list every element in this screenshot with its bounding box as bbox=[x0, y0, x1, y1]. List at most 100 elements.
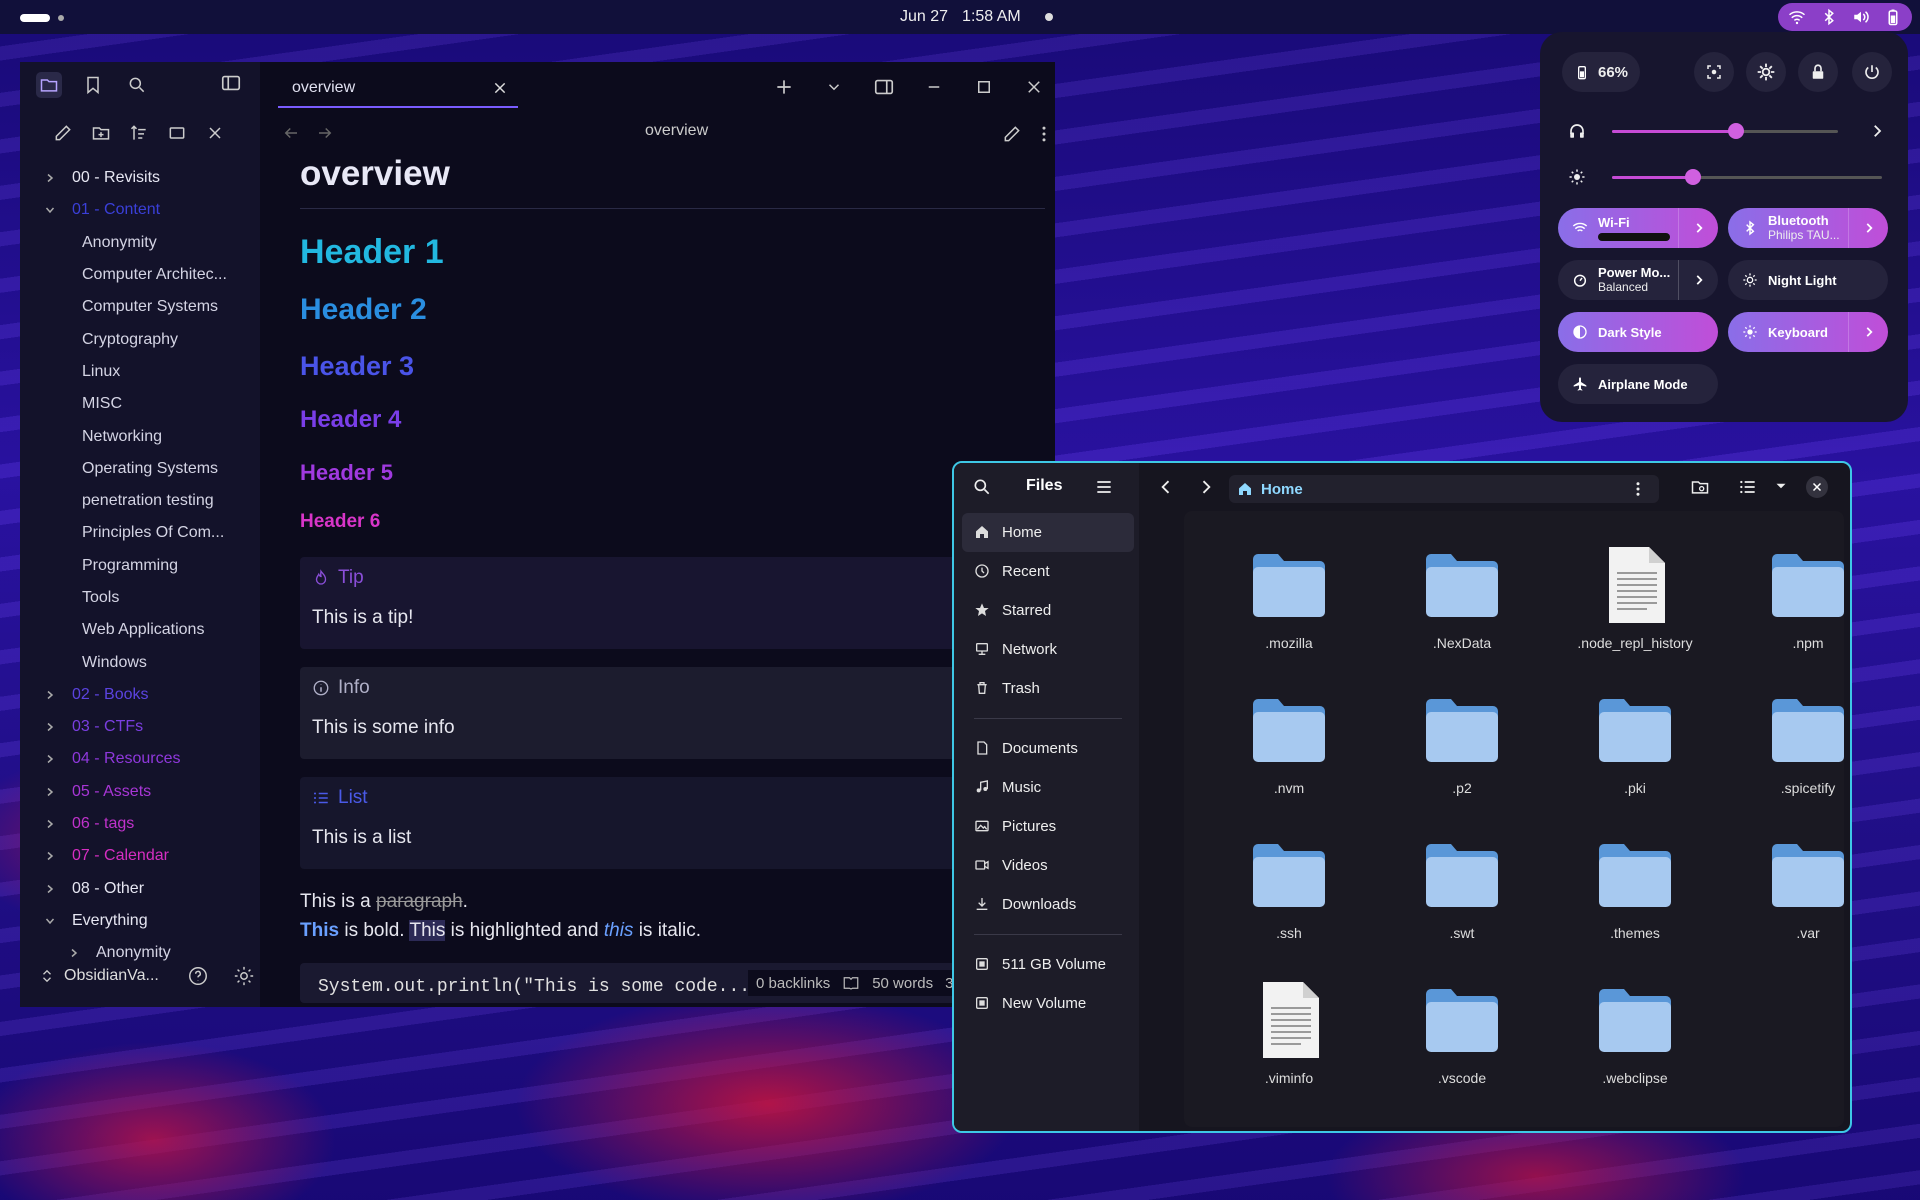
file-item[interactable]: .nvm bbox=[1214, 690, 1364, 796]
tile-bluetooth[interactable]: Bluetooth Philips TAU... bbox=[1728, 208, 1888, 248]
new-folder-search-icon[interactable] bbox=[1690, 477, 1710, 497]
place-pictures[interactable]: Pictures bbox=[962, 807, 1134, 846]
list-view-icon[interactable] bbox=[1738, 477, 1758, 497]
file-item[interactable]: .npm bbox=[1733, 545, 1850, 651]
tree-item[interactable]: 00 - Revisits bbox=[40, 162, 255, 194]
file-item[interactable]: .NexData bbox=[1387, 545, 1537, 651]
battery-button[interactable]: 66% bbox=[1562, 52, 1641, 92]
file-item[interactable]: .p2 bbox=[1387, 690, 1537, 796]
help-icon[interactable] bbox=[187, 965, 209, 987]
maximize-icon[interactable] bbox=[971, 74, 997, 100]
file-item[interactable]: .webclipse bbox=[1560, 980, 1710, 1086]
file-item[interactable]: .var bbox=[1733, 835, 1850, 941]
place-videos[interactable]: Videos bbox=[962, 846, 1134, 885]
tree-item[interactable]: 06 - tags bbox=[40, 808, 255, 840]
file-item[interactable]: .pki bbox=[1560, 690, 1710, 796]
search-icon[interactable] bbox=[972, 477, 992, 497]
tile-wi-fi[interactable]: Wi-Fi bbox=[1558, 208, 1718, 248]
close-icon[interactable] bbox=[1806, 476, 1828, 498]
tree-item[interactable]: Computer Architec... bbox=[40, 259, 255, 291]
new-folder-icon[interactable] bbox=[88, 120, 114, 146]
backlinks-count[interactable]: 0 backlinks bbox=[756, 975, 830, 992]
new-note-icon[interactable] bbox=[50, 120, 76, 146]
vault-switcher[interactable]: ObsidianVa... bbox=[40, 965, 255, 987]
hamburger-menu-icon[interactable] bbox=[1094, 477, 1114, 497]
chevron-right-icon[interactable] bbox=[1848, 208, 1888, 248]
file-explorer-icon[interactable] bbox=[36, 72, 62, 98]
back-arrow-icon[interactable] bbox=[1156, 477, 1176, 497]
tile-keyboard[interactable]: Keyboard bbox=[1728, 312, 1888, 352]
brightness-knob[interactable] bbox=[1685, 169, 1701, 185]
forward-arrow-icon[interactable] bbox=[316, 124, 334, 142]
tile-dark-style[interactable]: Dark Style bbox=[1558, 312, 1718, 352]
tile-night-light[interactable]: Night Light bbox=[1728, 260, 1888, 300]
settings-button[interactable] bbox=[1746, 52, 1786, 92]
tile-power-mo-[interactable]: Power Mo... Balanced bbox=[1558, 260, 1718, 300]
brightness-slider[interactable] bbox=[1562, 162, 1892, 192]
lock-button[interactable] bbox=[1798, 52, 1838, 92]
tree-item[interactable]: Programming bbox=[40, 550, 255, 582]
tree-item[interactable]: penetration testing bbox=[40, 485, 255, 517]
tree-item[interactable]: 07 - Calendar bbox=[40, 840, 255, 872]
tree-item[interactable]: Networking bbox=[40, 420, 255, 452]
tree-item[interactable]: Everything bbox=[40, 905, 255, 937]
tree-item[interactable]: 01 - Content bbox=[40, 194, 255, 226]
close-tab-icon[interactable] bbox=[492, 80, 508, 96]
activities-indicator[interactable] bbox=[20, 14, 64, 22]
collapse-all-icon[interactable] bbox=[202, 120, 228, 146]
file-item[interactable]: .vscode bbox=[1387, 980, 1537, 1086]
sort-icon[interactable] bbox=[126, 120, 152, 146]
clock[interactable]: Jun 27 1:58 AM bbox=[900, 8, 1053, 26]
tab-list-chevron-icon[interactable] bbox=[821, 74, 847, 100]
tree-item[interactable]: 05 - Assets bbox=[40, 776, 255, 808]
place-downloads[interactable]: Downloads bbox=[962, 885, 1134, 924]
file-item[interactable]: .viminfo bbox=[1214, 980, 1364, 1086]
bookmark-icon[interactable] bbox=[80, 72, 106, 98]
forward-arrow-icon[interactable] bbox=[1196, 477, 1216, 497]
tree-item[interactable]: Operating Systems bbox=[40, 453, 255, 485]
power-button[interactable] bbox=[1852, 52, 1892, 92]
view-options-chevron-icon[interactable] bbox=[1772, 477, 1790, 495]
tile-airplane-mode[interactable]: Airplane Mode bbox=[1558, 364, 1718, 404]
note-content[interactable]: overview Header 1 Header 2 Header 3 Header … bbox=[300, 154, 1045, 1003]
file-item[interactable]: .themes bbox=[1560, 835, 1710, 941]
search-icon[interactable] bbox=[124, 72, 150, 98]
chevron-right-icon[interactable] bbox=[1868, 122, 1886, 140]
more-options-icon[interactable] bbox=[1034, 124, 1054, 144]
more-vertical-icon[interactable] bbox=[1629, 480, 1647, 498]
screenshot-button[interactable] bbox=[1694, 52, 1734, 92]
volume-slider[interactable] bbox=[1562, 116, 1892, 146]
auto-reveal-icon[interactable] bbox=[164, 120, 190, 146]
tree-item[interactable]: Windows bbox=[40, 646, 255, 678]
path-bar[interactable]: Home bbox=[1229, 475, 1659, 503]
volume-knob[interactable] bbox=[1728, 123, 1745, 139]
place-recent[interactable]: Recent bbox=[962, 552, 1134, 591]
right-sidebar-toggle-icon[interactable] bbox=[871, 74, 897, 100]
tree-item[interactable]: 02 - Books bbox=[40, 679, 255, 711]
file-item[interactable]: .node_repl_history bbox=[1560, 545, 1710, 651]
place-home[interactable]: Home bbox=[962, 513, 1134, 552]
close-window-icon[interactable] bbox=[1021, 74, 1047, 100]
place-511-gb-volume[interactable]: 511 GB Volume bbox=[962, 945, 1134, 984]
place-music[interactable]: Music bbox=[962, 768, 1134, 807]
new-tab-icon[interactable] bbox=[771, 74, 797, 100]
settings-gear-icon[interactable] bbox=[233, 965, 255, 987]
tree-item[interactable]: Linux bbox=[40, 356, 255, 388]
back-arrow-icon[interactable] bbox=[282, 124, 300, 142]
place-new-volume[interactable]: New Volume bbox=[962, 984, 1134, 1023]
chevron-right-icon[interactable] bbox=[1848, 312, 1888, 352]
edit-mode-icon[interactable] bbox=[1002, 124, 1022, 144]
file-item[interactable]: .spicetify bbox=[1733, 690, 1850, 796]
sidebar-toggle-icon[interactable] bbox=[220, 72, 242, 94]
minimize-icon[interactable] bbox=[921, 74, 947, 100]
tree-item[interactable]: 08 - Other bbox=[40, 873, 255, 905]
tree-item[interactable]: Computer Systems bbox=[40, 291, 255, 323]
place-network[interactable]: Network bbox=[962, 630, 1134, 669]
tree-item[interactable]: 03 - CTFs bbox=[40, 711, 255, 743]
tree-item[interactable]: 04 - Resources bbox=[40, 743, 255, 775]
tree-item[interactable]: Principles Of Com... bbox=[40, 517, 255, 549]
chevron-right-icon[interactable] bbox=[1678, 208, 1718, 248]
place-trash[interactable]: Trash bbox=[962, 669, 1134, 708]
tree-item[interactable]: Web Applications bbox=[40, 614, 255, 646]
tab-overview[interactable]: overview bbox=[278, 70, 518, 108]
